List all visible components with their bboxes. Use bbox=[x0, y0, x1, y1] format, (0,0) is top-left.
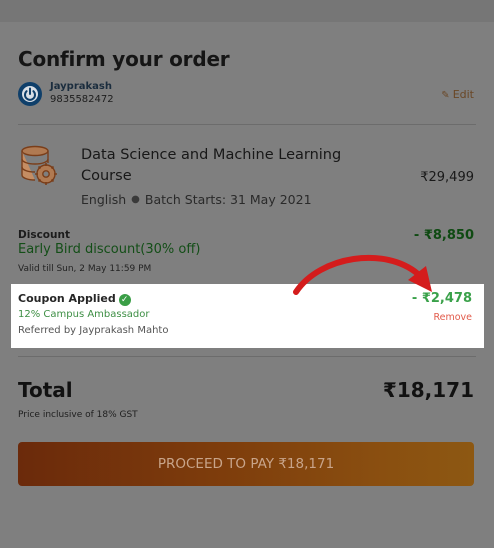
proceed-to-pay-button[interactable]: PROCEED TO PAY ₹18,171 bbox=[18, 442, 474, 486]
page-title: Confirm your order bbox=[18, 47, 230, 71]
dimmed-background bbox=[0, 0, 494, 22]
user-name: Jayprakash bbox=[50, 81, 112, 92]
coupon-label: Coupon Applied bbox=[18, 292, 116, 305]
coupon-label-row: Coupon Applied ✓ bbox=[18, 292, 131, 306]
course-price: ₹29,499 bbox=[420, 170, 474, 185]
database-gear-icon bbox=[18, 145, 58, 187]
remove-coupon-link[interactable]: Remove bbox=[433, 312, 472, 323]
discount-amount: - ₹8,850 bbox=[413, 228, 474, 243]
course-batch: Batch Starts: 31 May 2021 bbox=[144, 192, 312, 207]
divider bbox=[18, 356, 476, 357]
check-circle-icon: ✓ bbox=[118, 294, 131, 306]
pencil-icon: ✎ bbox=[441, 90, 450, 101]
coupon-referrer: Referred by Jayprakash Mahto bbox=[18, 325, 169, 336]
course-meta: English ● Batch Starts: 31 May 2021 bbox=[81, 192, 312, 207]
course-name: Data Science and Machine Learning Course bbox=[81, 147, 342, 184]
coupon-name: 12% Campus Ambassador bbox=[18, 309, 150, 320]
power-logo-icon bbox=[18, 82, 42, 106]
separator-dot: ● bbox=[131, 194, 140, 205]
coupon-amount: - ₹2,478 bbox=[411, 291, 472, 306]
edit-label: Edit bbox=[452, 88, 474, 101]
divider bbox=[18, 124, 476, 125]
total-amount: ₹18,171 bbox=[382, 378, 474, 402]
gst-note: Price inclusive of 18% GST bbox=[18, 410, 138, 420]
total-label: Total bbox=[18, 378, 73, 402]
discount-name: Early Bird discount(30% off) bbox=[18, 242, 201, 257]
discount-validity: Valid till Sun, 2 May 11:59 PM bbox=[18, 264, 152, 274]
user-phone: 9835582472 bbox=[50, 94, 114, 105]
course-language: English bbox=[81, 192, 127, 207]
discount-label: Discount bbox=[18, 229, 70, 241]
coupon-section: Coupon Applied ✓ 12% Campus Ambassador Re… bbox=[11, 284, 484, 348]
edit-button[interactable]: ✎ Edit bbox=[441, 88, 474, 101]
